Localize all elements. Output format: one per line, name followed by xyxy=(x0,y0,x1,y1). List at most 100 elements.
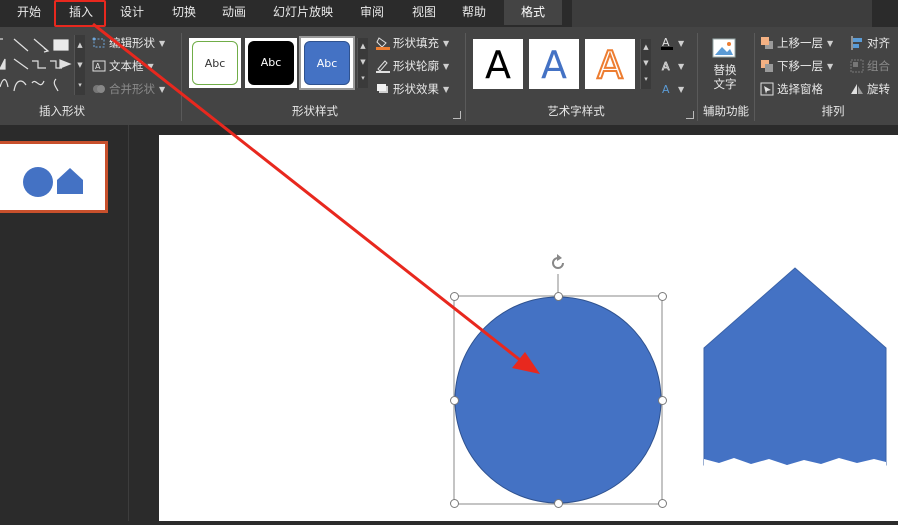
selection-pane-button[interactable]: 选择窗格 xyxy=(760,80,823,98)
tab-design[interactable]: 设计 xyxy=(108,0,156,25)
rotate-icon xyxy=(850,82,864,96)
merge-shapes-button[interactable]: 合并形状 ▼ xyxy=(92,80,165,98)
tell-me-box[interactable] xyxy=(572,0,872,29)
send-backward-label: 下移一层 xyxy=(777,59,823,73)
style-swatch-black[interactable]: Abc xyxy=(245,38,297,88)
chevron-down-icon: ▼ xyxy=(827,61,834,71)
shape-effects-icon xyxy=(376,82,390,96)
accessibility-group-label: 辅助功能 xyxy=(703,104,749,118)
bring-forward-button[interactable]: 上移一层 ▼ xyxy=(760,34,833,52)
group-divider xyxy=(181,33,182,121)
style-swatch-outline-green[interactable]: Abc xyxy=(189,38,241,88)
group-button[interactable]: 组合 xyxy=(850,57,890,75)
chevron-down-icon: ▼ xyxy=(443,84,450,94)
edit-shape-label: 编辑形状 xyxy=(109,36,155,50)
svg-text:A: A xyxy=(95,62,101,71)
align-button[interactable]: 对齐 xyxy=(850,34,890,52)
ribbon: ▲ ▼ ▾ 编辑形状 ▼ A 文本框 ▼ 合并形状 ▼ 插入形状 Abc Abc A… xyxy=(0,27,898,125)
merge-shapes-icon xyxy=(92,82,106,96)
text-box-label: 文本框 xyxy=(109,59,144,73)
slide-thumbnail-1[interactable] xyxy=(0,141,108,213)
resize-handle-n[interactable] xyxy=(554,292,563,301)
align-label: 对齐 xyxy=(867,36,890,50)
shape-gallery-scroll[interactable]: ▲ ▼ ▾ xyxy=(74,35,85,95)
wordart-gallery-scroll[interactable]: ▲ ▼ ▾ xyxy=(640,39,651,89)
chevron-down-icon: ▼ xyxy=(147,61,154,71)
text-fill-button[interactable]: A ▼ xyxy=(660,34,684,52)
bring-forward-icon xyxy=(760,36,774,50)
svg-text:A: A xyxy=(662,60,670,73)
chevron-down-icon: ▼ xyxy=(443,61,450,71)
resize-handle-se[interactable] xyxy=(658,499,667,508)
rotate-button[interactable]: 旋转 xyxy=(850,80,890,98)
text-outline-button[interactable]: A ▼ xyxy=(660,57,685,75)
alt-text-button[interactable]: 替换文字 xyxy=(704,35,746,97)
pane-divider xyxy=(128,125,129,521)
group-divider xyxy=(465,33,466,121)
tab-home[interactable]: 开始 xyxy=(4,0,54,25)
shape-styles-launcher-icon[interactable] xyxy=(453,111,461,119)
tab-help[interactable]: 帮助 xyxy=(448,0,500,25)
shape-gallery[interactable] xyxy=(0,35,74,95)
style-swatch-blue[interactable]: Abc xyxy=(299,36,355,90)
chevron-down-icon: ▼ xyxy=(159,84,166,94)
wordart-style-black[interactable]: A xyxy=(473,39,523,89)
tab-animations[interactable]: 动画 xyxy=(210,0,258,25)
wordart-launcher-icon[interactable] xyxy=(686,111,694,119)
group-label: 组合 xyxy=(867,59,890,73)
resize-handle-sw[interactable] xyxy=(450,499,459,508)
send-backward-button[interactable]: 下移一层 ▼ xyxy=(760,57,833,75)
insert-tab-highlight-box xyxy=(54,0,106,27)
resize-handle-s[interactable] xyxy=(554,499,563,508)
wordart-style-orange[interactable]: A xyxy=(585,39,635,89)
slide-canvas[interactable] xyxy=(159,135,898,521)
tab-view[interactable]: 视图 xyxy=(398,0,450,25)
insert-shapes-group-label: 插入形状 xyxy=(39,104,85,118)
selection-pane-icon xyxy=(760,82,774,96)
tab-transitions[interactable]: 切换 xyxy=(160,0,208,25)
edit-shape-icon xyxy=(92,36,106,50)
tab-slideshow[interactable]: 幻灯片放映 xyxy=(262,0,344,25)
selection-pane-label: 选择窗格 xyxy=(777,82,823,96)
shape-fill-button[interactable]: 形状填充 ▼ xyxy=(376,34,449,52)
pentagon-shape[interactable] xyxy=(703,267,887,466)
group-icon xyxy=(850,59,864,73)
text-outline-icon: A xyxy=(660,59,674,74)
chevron-down-icon: ▼ xyxy=(678,38,685,48)
resize-handle-e[interactable] xyxy=(658,396,667,405)
tab-review[interactable]: 审阅 xyxy=(346,0,398,25)
shape-effects-button[interactable]: 形状效果 ▼ xyxy=(376,80,449,98)
shape-styles-group-label: 形状样式 xyxy=(292,104,338,118)
shape-outline-label: 形状轮廓 xyxy=(393,59,439,73)
chevron-down-icon: ▼ xyxy=(159,38,166,48)
shape-effects-label: 形状效果 xyxy=(393,82,439,96)
shape-outline-button[interactable]: 形状轮廓 ▼ xyxy=(376,57,449,75)
group-divider xyxy=(754,33,755,121)
text-effects-button[interactable]: A ▼ xyxy=(660,80,684,98)
group-divider xyxy=(697,33,698,121)
resize-handle-ne[interactable] xyxy=(658,292,667,301)
slide-shapes xyxy=(453,267,887,505)
send-backward-icon xyxy=(760,59,774,73)
swatch-text: Abc xyxy=(304,41,350,85)
alt-text-icon xyxy=(712,37,738,61)
wordart-style-blue[interactable]: A xyxy=(529,39,579,89)
edit-shape-button[interactable]: 编辑形状 ▼ xyxy=(92,34,165,52)
text-box-button[interactable]: A 文本框 ▼ xyxy=(92,57,154,75)
resize-handle-w[interactable] xyxy=(450,396,459,405)
pen-icon xyxy=(376,59,390,73)
text-box-icon: A xyxy=(92,59,106,73)
chevron-down-icon: ▼ xyxy=(443,38,450,48)
slide-thumbnail-pane xyxy=(0,125,157,521)
resize-handle-nw[interactable] xyxy=(450,292,459,301)
bring-forward-label: 上移一层 xyxy=(777,36,823,50)
rotate-handle-icon[interactable] xyxy=(548,253,568,273)
text-fill-icon: A xyxy=(660,36,674,50)
chevron-down-icon: ▼ xyxy=(678,84,685,94)
tab-format[interactable]: 格式 xyxy=(504,0,562,25)
shape-fill-label: 形状填充 xyxy=(393,36,439,50)
circle-shape[interactable] xyxy=(454,296,662,504)
alt-text-label: 替换文字 xyxy=(713,63,737,91)
style-gallery-scroll[interactable]: ▲ ▼ ▾ xyxy=(357,38,368,88)
chevron-down-icon: ▼ xyxy=(678,61,685,71)
